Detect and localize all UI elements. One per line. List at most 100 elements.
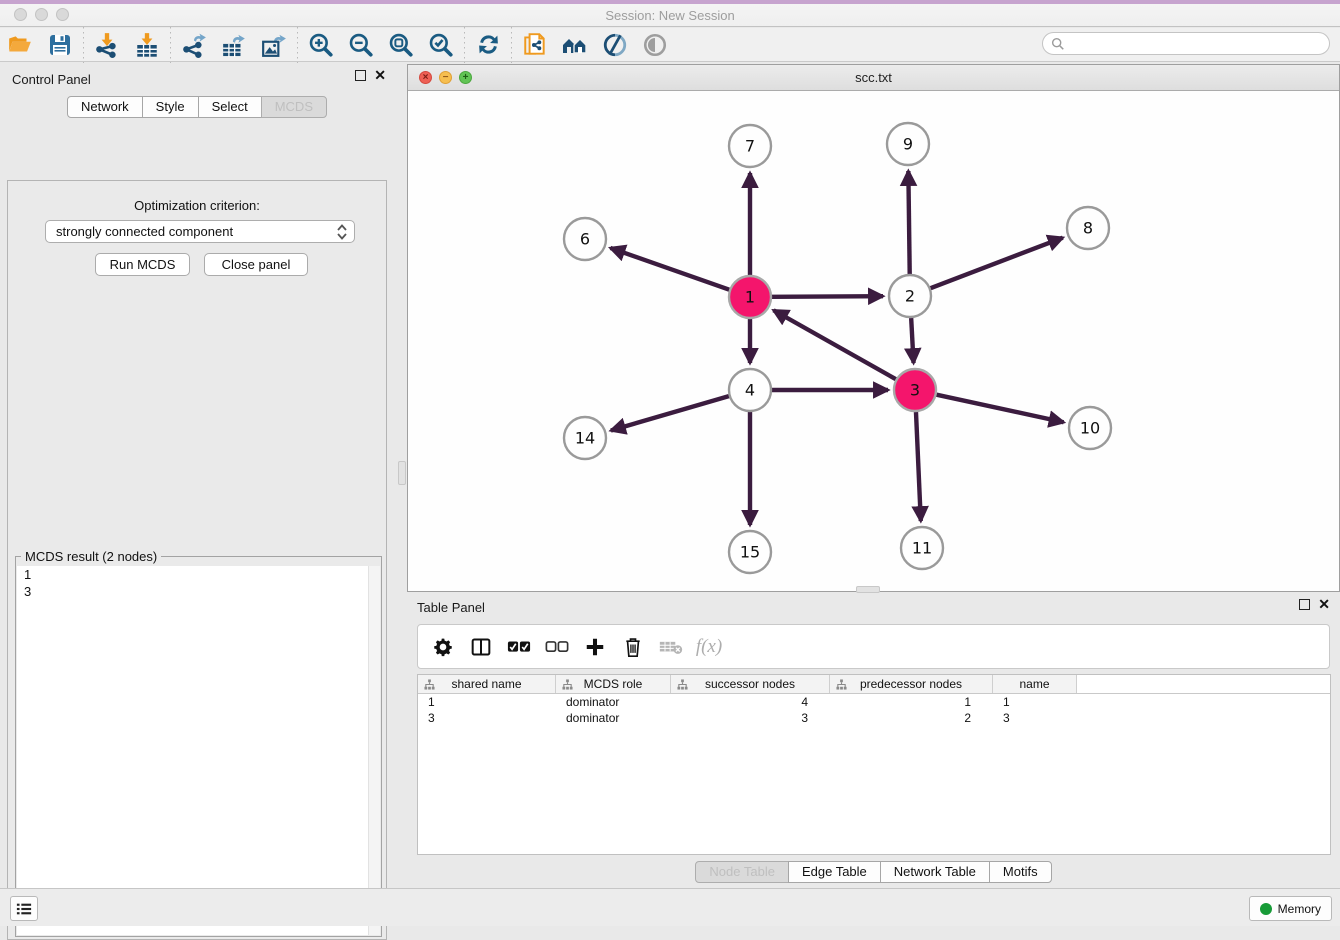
tab-mcds[interactable]: MCDS [261,96,327,118]
zoom-out-button[interactable] [341,30,381,60]
edge-4-14[interactable] [611,396,729,430]
view-mode-button[interactable] [635,30,675,60]
mcds-result-item[interactable]: 3 [17,583,380,600]
graph-node-11[interactable]: 11 [901,527,943,569]
table-settings-button[interactable] [426,630,460,664]
tab-style[interactable]: Style [142,96,199,118]
apply-style-button[interactable] [468,30,508,60]
float-table-panel-icon[interactable] [1299,599,1310,610]
create-column-button[interactable] [578,630,612,664]
graph-node-15[interactable]: 15 [729,531,771,573]
column-header-predecessor-nodes[interactable]: predecessor nodes [830,675,993,693]
edge-1-2[interactable] [772,296,883,297]
edge-2-3[interactable] [911,318,913,363]
table-toolbar: f(x) [417,624,1330,669]
edge-3-10[interactable] [936,395,1063,423]
result-scrollbar[interactable] [368,566,380,935]
tab-select[interactable]: Select [198,96,262,118]
tab-node-table[interactable]: Node Table [695,861,789,883]
splitter-grip-vertical[interactable] [398,461,406,485]
export-image-button[interactable] [254,30,294,60]
hide-graphics-details-button[interactable] [595,30,635,60]
graph-node-8[interactable]: 8 [1067,207,1109,249]
float-panel-icon[interactable] [355,70,366,81]
import-network-icon [94,32,120,58]
table-cell[interactable]: 3 [671,711,830,725]
app-titlebar: Session: New Session [0,0,1340,27]
table-cell[interactable]: 1 [830,695,993,709]
save-session-button[interactable] [40,30,80,60]
dropdown-stepper-icon [336,223,348,244]
column-header-label: successor nodes [705,677,795,691]
graph-node-14[interactable]: 14 [564,417,606,459]
control-panel-title: Control Panel [12,72,91,87]
gray-eye-icon [642,32,668,58]
table-cell[interactable]: 1 [993,695,1077,709]
table-cell[interactable]: 3 [418,711,556,725]
tab-motifs[interactable]: Motifs [989,861,1052,883]
criterion-dropdown[interactable]: strongly connected component [45,220,355,243]
edge-3-11[interactable] [916,412,921,521]
tab-network-table[interactable]: Network Table [880,861,990,883]
import-table-button[interactable] [127,30,167,60]
graph-node-4[interactable]: 4 [729,369,771,411]
graph-node-7[interactable]: 7 [729,125,771,167]
export-table-button[interactable] [214,30,254,60]
control-panel-tabs: NetworkStyleSelectMCDS [0,96,394,118]
graph-node-2[interactable]: 2 [889,275,931,317]
graph-node-6[interactable]: 6 [564,218,606,260]
houses-icon [561,32,589,58]
column-header-shared-name[interactable]: shared name [418,675,556,693]
graph-node-1[interactable]: 1 [729,276,771,318]
table-cell[interactable]: dominator [556,695,671,709]
delete-columns-button[interactable] [616,630,650,664]
network-canvas[interactable]: 7 9 6 8 1 2 4 3 14 10 15 11 [408,91,1339,591]
zoom-in-button[interactable] [301,30,341,60]
mcds-result-item[interactable]: 1 [17,566,380,583]
table-cell[interactable]: 3 [993,711,1077,725]
edge-2-8[interactable] [931,238,1063,289]
column-header-name[interactable]: name [993,675,1077,693]
edge-1-6[interactable] [610,248,729,290]
table-cell[interactable]: 1 [418,695,556,709]
table-row[interactable]: 3dominator323 [418,710,1330,726]
run-mcds-button[interactable]: Run MCDS [95,253,190,276]
open-session-button[interactable] [0,30,40,60]
network-window-titlebar[interactable]: × − + scc.txt [408,65,1339,91]
select-all-columns-button[interactable] [502,630,536,664]
search-input[interactable] [1065,37,1329,51]
column-panel-button[interactable] [464,630,498,664]
show-all-networks-button[interactable] [555,30,595,60]
graph-node-3[interactable]: 3 [894,369,936,411]
delete-table-button[interactable] [654,630,688,664]
unselect-all-columns-button[interactable] [540,630,574,664]
zoom-fit-button[interactable] [381,30,421,60]
memory-button[interactable]: Memory [1249,896,1332,921]
column-header-MCDS-role[interactable]: MCDS role [556,675,671,693]
close-panel-icon[interactable]: ✕ [374,70,386,81]
table-row[interactable]: 1dominator411 [418,694,1330,710]
new-network-from-selection-button[interactable] [515,30,555,60]
splitter-grip-horizontal[interactable] [856,586,880,593]
zoom-selected-button[interactable] [421,30,461,60]
column-header-successor-nodes[interactable]: successor nodes [671,675,830,693]
task-history-button[interactable] [10,896,38,921]
export-network-button[interactable] [174,30,214,60]
trash-icon [623,636,643,658]
tab-edge-table[interactable]: Edge Table [788,861,881,883]
graph-node-9[interactable]: 9 [887,123,929,165]
edge-3-1[interactable] [774,310,896,379]
table-cell[interactable]: 2 [830,711,993,725]
close-table-panel-icon[interactable]: ✕ [1318,599,1330,610]
tab-network[interactable]: Network [67,96,143,118]
function-builder-button[interactable]: f(x) [692,630,726,664]
import-network-button[interactable] [87,30,127,60]
mcds-result-list[interactable]: 13 [17,566,380,935]
search-box[interactable] [1042,32,1330,55]
close-panel-button[interactable]: Close panel [204,253,308,276]
table-cell[interactable]: dominator [556,711,671,725]
toolbar-separator [83,27,84,63]
graph-node-10[interactable]: 10 [1069,407,1111,449]
edge-2-9[interactable] [908,171,909,274]
table-cell[interactable]: 4 [671,695,830,709]
